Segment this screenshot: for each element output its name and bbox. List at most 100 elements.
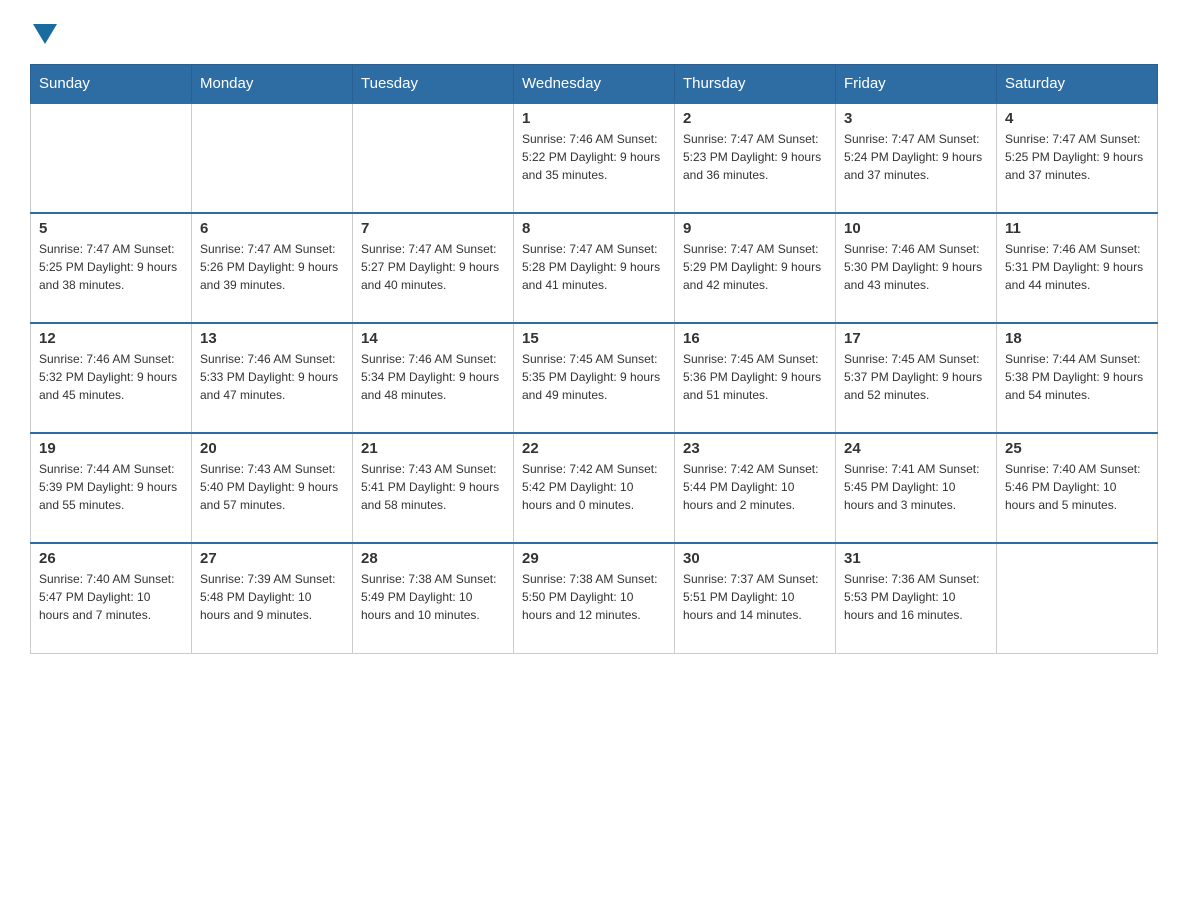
logo-arrow-icon: [33, 24, 57, 44]
day-number: 4: [1005, 110, 1149, 127]
calendar-cell: [997, 543, 1158, 653]
day-number: 8: [522, 220, 666, 237]
day-number: 17: [844, 330, 988, 347]
day-info: Sunrise: 7:45 AM Sunset: 5:37 PM Dayligh…: [844, 350, 988, 404]
day-info: Sunrise: 7:44 AM Sunset: 5:39 PM Dayligh…: [39, 460, 183, 514]
calendar-cell: 29 Sunrise: 7:38 AM Sunset: 5:50 PM Dayli…: [514, 543, 675, 653]
calendar-cell: [192, 103, 353, 213]
week-row-3: 12 Sunrise: 7:46 AM Sunset: 5:32 PM Dayli…: [31, 323, 1158, 433]
calendar-cell: 22Sunrise: 7:42 AM Sunset: 5:42 PM Dayli…: [514, 433, 675, 543]
day-info: Sunrise: 7:42 AM Sunset: 5:44 PM Dayligh…: [683, 460, 827, 514]
calendar-cell: 10 Sunrise: 7:46 AM Sunset: 5:30 PM Dayli…: [836, 213, 997, 323]
day-info: Sunrise: 7:42 AM Sunset: 5:42 PM Dayligh…: [522, 460, 666, 514]
day-number: 7: [361, 220, 505, 237]
calendar-cell: 13 Sunrise: 7:46 AM Sunset: 5:33 PM Dayli…: [192, 323, 353, 433]
day-number: 25: [1005, 440, 1149, 457]
day-number: 29: [522, 550, 666, 567]
calendar-cell: 31Sunrise: 7:36 AM Sunset: 5:53 PM Dayli…: [836, 543, 997, 653]
day-number: 26: [39, 550, 183, 567]
day-number: 6: [200, 220, 344, 237]
day-info: Sunrise: 7:46 AM Sunset: 5:30 PM Dayligh…: [844, 240, 988, 294]
day-number: 12: [39, 330, 183, 347]
day-info: Sunrise: 7:40 AM Sunset: 5:46 PM Dayligh…: [1005, 460, 1149, 514]
day-number: 11: [1005, 220, 1149, 237]
column-header-saturday: Saturday: [997, 65, 1158, 104]
day-info: Sunrise: 7:43 AM Sunset: 5:41 PM Dayligh…: [361, 460, 505, 514]
day-info: Sunrise: 7:47 AM Sunset: 5:23 PM Dayligh…: [683, 130, 827, 184]
calendar-cell: 24 Sunrise: 7:41 AM Sunset: 5:45 PM Dayli…: [836, 433, 997, 543]
calendar-cell: 25 Sunrise: 7:40 AM Sunset: 5:46 PM Dayli…: [997, 433, 1158, 543]
calendar-table: SundayMondayTuesdayWednesdayThursdayFrid…: [30, 64, 1158, 654]
logo: [30, 20, 57, 44]
calendar-cell: 4 Sunrise: 7:47 AM Sunset: 5:25 PM Daylig…: [997, 103, 1158, 213]
day-number: 30: [683, 550, 827, 567]
day-info: Sunrise: 7:45 AM Sunset: 5:36 PM Dayligh…: [683, 350, 827, 404]
day-number: 16: [683, 330, 827, 347]
calendar-cell: 23Sunrise: 7:42 AM Sunset: 5:44 PM Dayli…: [675, 433, 836, 543]
week-row-5: 26 Sunrise: 7:40 AM Sunset: 5:47 PM Dayli…: [31, 543, 1158, 653]
calendar-cell: 27 Sunrise: 7:39 AM Sunset: 5:48 PM Dayli…: [192, 543, 353, 653]
day-info: Sunrise: 7:38 AM Sunset: 5:50 PM Dayligh…: [522, 570, 666, 624]
day-number: 31: [844, 550, 988, 567]
calendar-cell: 17 Sunrise: 7:45 AM Sunset: 5:37 PM Dayli…: [836, 323, 997, 433]
calendar-cell: [31, 103, 192, 213]
header-row: SundayMondayTuesdayWednesdayThursdayFrid…: [31, 65, 1158, 104]
day-info: Sunrise: 7:39 AM Sunset: 5:48 PM Dayligh…: [200, 570, 344, 624]
day-number: 13: [200, 330, 344, 347]
calendar-cell: 8 Sunrise: 7:47 AM Sunset: 5:28 PM Daylig…: [514, 213, 675, 323]
day-info: Sunrise: 7:47 AM Sunset: 5:25 PM Dayligh…: [39, 240, 183, 294]
day-info: Sunrise: 7:43 AM Sunset: 5:40 PM Dayligh…: [200, 460, 344, 514]
calendar-cell: 30Sunrise: 7:37 AM Sunset: 5:51 PM Dayli…: [675, 543, 836, 653]
calendar-cell: 5 Sunrise: 7:47 AM Sunset: 5:25 PM Daylig…: [31, 213, 192, 323]
column-header-friday: Friday: [836, 65, 997, 104]
calendar-cell: 21 Sunrise: 7:43 AM Sunset: 5:41 PM Dayli…: [353, 433, 514, 543]
day-info: Sunrise: 7:47 AM Sunset: 5:26 PM Dayligh…: [200, 240, 344, 294]
day-info: Sunrise: 7:47 AM Sunset: 5:29 PM Dayligh…: [683, 240, 827, 294]
day-number: 28: [361, 550, 505, 567]
week-row-4: 19Sunrise: 7:44 AM Sunset: 5:39 PM Dayli…: [31, 433, 1158, 543]
day-info: Sunrise: 7:44 AM Sunset: 5:38 PM Dayligh…: [1005, 350, 1149, 404]
day-number: 5: [39, 220, 183, 237]
day-number: 27: [200, 550, 344, 567]
column-header-tuesday: Tuesday: [353, 65, 514, 104]
calendar-body: 1Sunrise: 7:46 AM Sunset: 5:22 PM Daylig…: [31, 103, 1158, 653]
calendar-cell: 19Sunrise: 7:44 AM Sunset: 5:39 PM Dayli…: [31, 433, 192, 543]
calendar-cell: 18Sunrise: 7:44 AM Sunset: 5:38 PM Dayli…: [997, 323, 1158, 433]
day-number: 9: [683, 220, 827, 237]
calendar-cell: 14Sunrise: 7:46 AM Sunset: 5:34 PM Dayli…: [353, 323, 514, 433]
column-header-sunday: Sunday: [31, 65, 192, 104]
day-info: Sunrise: 7:40 AM Sunset: 5:47 PM Dayligh…: [39, 570, 183, 624]
week-row-2: 5 Sunrise: 7:47 AM Sunset: 5:25 PM Daylig…: [31, 213, 1158, 323]
calendar-cell: 1Sunrise: 7:46 AM Sunset: 5:22 PM Daylig…: [514, 103, 675, 213]
day-info: Sunrise: 7:47 AM Sunset: 5:25 PM Dayligh…: [1005, 130, 1149, 184]
day-info: Sunrise: 7:46 AM Sunset: 5:33 PM Dayligh…: [200, 350, 344, 404]
calendar-cell: 16 Sunrise: 7:45 AM Sunset: 5:36 PM Dayli…: [675, 323, 836, 433]
calendar-cell: 6 Sunrise: 7:47 AM Sunset: 5:26 PM Daylig…: [192, 213, 353, 323]
week-row-1: 1Sunrise: 7:46 AM Sunset: 5:22 PM Daylig…: [31, 103, 1158, 213]
column-header-wednesday: Wednesday: [514, 65, 675, 104]
calendar-cell: 28 Sunrise: 7:38 AM Sunset: 5:49 PM Dayli…: [353, 543, 514, 653]
day-info: Sunrise: 7:47 AM Sunset: 5:28 PM Dayligh…: [522, 240, 666, 294]
day-info: Sunrise: 7:46 AM Sunset: 5:32 PM Dayligh…: [39, 350, 183, 404]
calendar-header: SundayMondayTuesdayWednesdayThursdayFrid…: [31, 65, 1158, 104]
day-info: Sunrise: 7:41 AM Sunset: 5:45 PM Dayligh…: [844, 460, 988, 514]
day-number: 24: [844, 440, 988, 457]
calendar-cell: 11Sunrise: 7:46 AM Sunset: 5:31 PM Dayli…: [997, 213, 1158, 323]
calendar-cell: 20Sunrise: 7:43 AM Sunset: 5:40 PM Dayli…: [192, 433, 353, 543]
day-number: 15: [522, 330, 666, 347]
day-info: Sunrise: 7:47 AM Sunset: 5:24 PM Dayligh…: [844, 130, 988, 184]
calendar-cell: 3 Sunrise: 7:47 AM Sunset: 5:24 PM Daylig…: [836, 103, 997, 213]
column-header-thursday: Thursday: [675, 65, 836, 104]
calendar-cell: 26 Sunrise: 7:40 AM Sunset: 5:47 PM Dayli…: [31, 543, 192, 653]
calendar-cell: 15Sunrise: 7:45 AM Sunset: 5:35 PM Dayli…: [514, 323, 675, 433]
day-number: 3: [844, 110, 988, 127]
day-number: 21: [361, 440, 505, 457]
day-number: 1: [522, 110, 666, 127]
day-number: 10: [844, 220, 988, 237]
day-number: 14: [361, 330, 505, 347]
calendar-cell: 7Sunrise: 7:47 AM Sunset: 5:27 PM Daylig…: [353, 213, 514, 323]
calendar-cell: [353, 103, 514, 213]
page-header: [30, 20, 1158, 44]
day-info: Sunrise: 7:38 AM Sunset: 5:49 PM Dayligh…: [361, 570, 505, 624]
calendar-cell: 12 Sunrise: 7:46 AM Sunset: 5:32 PM Dayli…: [31, 323, 192, 433]
